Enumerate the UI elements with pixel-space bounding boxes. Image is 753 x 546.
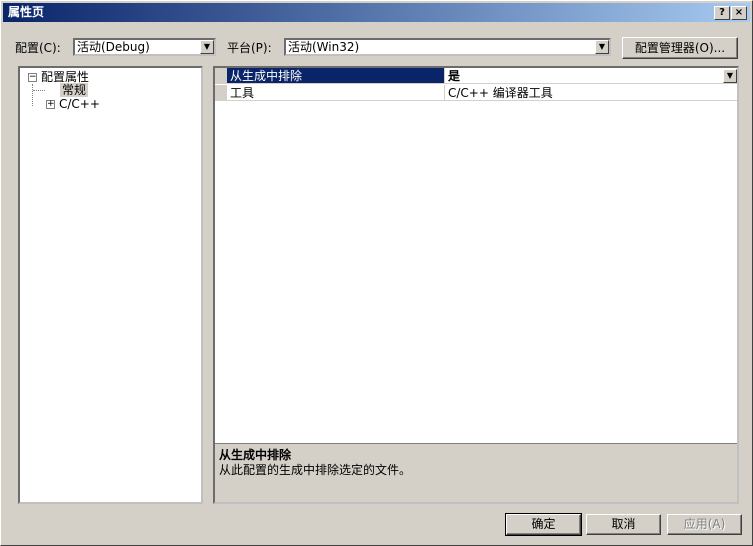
tree-node-label: 常规 (60, 83, 89, 97)
description-title: 从生成中排除 (219, 448, 292, 462)
chevron-down-icon[interactable]: ▼ (595, 40, 609, 54)
tree-node-config-properties[interactable]: − 配置属性 (28, 70, 89, 84)
grid-area: 从生成中排除 是 ▼ 工具 C/C++ 编译器工具 (215, 68, 737, 443)
property-value: 是 (448, 69, 461, 83)
row-gutter (215, 85, 227, 101)
platform-label: 平台(P): (227, 41, 272, 55)
property-pages-window: 属性页 ? × 配置(C): 活动(Debug) ▼ 平台(P): 活动(Win… (0, 0, 753, 546)
description-panel: 从生成中排除 从此配置的生成中排除选定的文件。 (215, 443, 737, 502)
tree-line (32, 84, 34, 106)
expand-icon[interactable]: + (46, 100, 55, 109)
config-label: 配置(C): (15, 41, 61, 55)
platform-value: 活动(Win32) (288, 40, 360, 54)
config-value: 活动(Debug) (77, 40, 150, 54)
description-text: 从此配置的生成中排除选定的文件。 (219, 463, 412, 477)
ok-button[interactable]: 确定 (505, 513, 582, 536)
window-title: 属性页 (8, 5, 45, 19)
table-row[interactable]: 从生成中排除 是 ▼ (215, 68, 737, 84)
tree-line (33, 90, 45, 91)
property-name[interactable]: 从生成中排除 (227, 68, 445, 84)
config-manager-button[interactable]: 配置管理器(O)... (622, 37, 738, 59)
tree-node-label: 配置属性 (41, 70, 90, 84)
help-button[interactable]: ? (714, 6, 730, 20)
cancel-button[interactable]: 取消 (586, 514, 661, 535)
platform-select[interactable]: 活动(Win32) ▼ (284, 38, 611, 56)
category-tree[interactable]: − 配置属性 常规 + C/C++ (18, 66, 203, 504)
title-bar[interactable]: 属性页 ? × (3, 3, 750, 22)
property-value-select[interactable]: 是 ▼ (445, 68, 737, 84)
collapse-icon[interactable]: − (28, 73, 37, 82)
tree-node-label: C/C++ (59, 97, 100, 111)
chevron-down-icon[interactable]: ▼ (723, 69, 737, 83)
row-gutter (215, 68, 227, 84)
chevron-down-icon[interactable]: ▼ (200, 40, 214, 54)
tree-node-general[interactable]: 常规 (60, 83, 89, 97)
config-select[interactable]: 活动(Debug) ▼ (73, 38, 216, 56)
tree-node-cpp[interactable]: + C/C++ (46, 97, 100, 111)
close-button[interactable]: × (731, 6, 747, 20)
property-value[interactable]: C/C++ 编译器工具 (445, 85, 737, 101)
property-name[interactable]: 工具 (227, 85, 445, 101)
property-grid: 从生成中排除 是 ▼ 工具 C/C++ 编译器工具 从生成中排除 从此配置的生成… (213, 66, 739, 504)
apply-button[interactable]: 应用(A) (667, 514, 742, 535)
table-row[interactable]: 工具 C/C++ 编译器工具 (215, 85, 737, 101)
